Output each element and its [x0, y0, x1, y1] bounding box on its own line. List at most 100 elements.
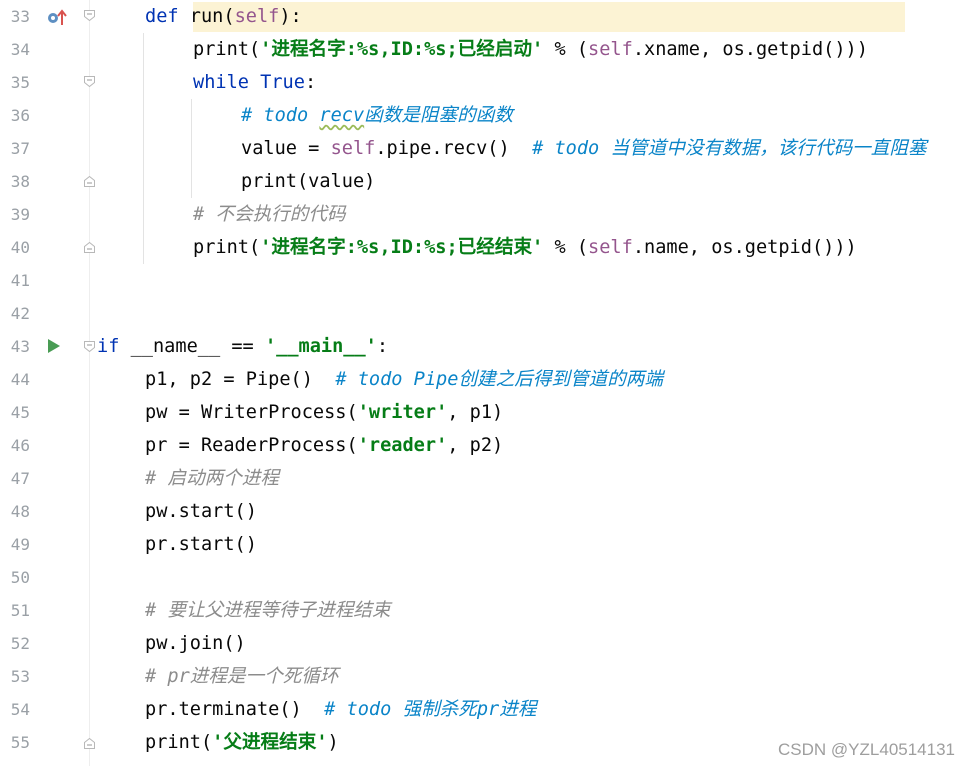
- code-text: print('父进程结束'): [145, 726, 339, 759]
- code-token: ):: [279, 6, 302, 27]
- line-number: 46: [10, 436, 30, 455]
- code-line[interactable]: 42: [0, 297, 967, 330]
- overrides-method-icon[interactable]: [46, 9, 68, 27]
- fold-end-icon[interactable]: [84, 176, 95, 187]
- fold-marker-icon[interactable]: [84, 10, 95, 21]
- fold-end-icon[interactable]: [84, 738, 95, 749]
- code-token: .pipe.recv(): [375, 138, 533, 159]
- line-number: 49: [10, 535, 30, 554]
- line-number: 52: [10, 634, 30, 653]
- code-line[interactable]: 51 # 要让父进程等待子进程结束: [0, 594, 967, 627]
- code-token: print(: [145, 732, 213, 753]
- code-token: % (: [543, 39, 589, 60]
- code-line[interactable]: 45 pw = WriterProcess('writer', p1): [0, 396, 967, 429]
- code-token: 函数是阻塞的函数: [364, 105, 513, 126]
- line-number: 35: [10, 73, 30, 92]
- line-number: 51: [10, 601, 30, 620]
- code-token: pw = WriterProcess(: [145, 402, 358, 423]
- code-line[interactable]: 40 print('进程名字:%s,ID:%s;已经结束' % (self.nam…: [0, 231, 967, 264]
- line-number: 41: [10, 271, 30, 290]
- line-number: 36: [10, 106, 30, 125]
- code-line[interactable]: 41: [0, 264, 967, 297]
- code-text: print(value): [241, 165, 375, 198]
- code-text: pw.start(): [145, 495, 257, 528]
- line-number: 47: [10, 469, 30, 488]
- code-line[interactable]: 43 if __name__ == '__main__':: [0, 330, 967, 363]
- code-line[interactable]: 36 # todo recv函数是阻塞的函数: [0, 99, 967, 132]
- line-number: 43: [10, 337, 30, 356]
- code-line[interactable]: 33 def run(self):: [0, 0, 967, 33]
- code-token: print(: [193, 237, 261, 258]
- code-text: p1, p2 = Pipe() # todo Pipe创建之后得到管道的两端: [145, 363, 663, 396]
- line-number: 37: [10, 139, 30, 158]
- line-number: 40: [10, 238, 30, 257]
- code-line[interactable]: 46 pr = ReaderProcess('reader', p2): [0, 429, 967, 462]
- run-icon[interactable]: [47, 338, 61, 354]
- code-line[interactable]: 35 while True:: [0, 66, 967, 99]
- line-number: 42: [10, 304, 30, 323]
- code-token: , p1): [447, 402, 504, 423]
- code-token: , p2): [447, 435, 504, 456]
- code-text: if __name__ == '__main__':: [97, 330, 388, 363]
- line-number: 34: [10, 40, 30, 59]
- code-token: p1, p2 = Pipe(): [145, 369, 336, 390]
- code-token: ): [327, 732, 339, 753]
- code-line[interactable]: 54 pr.terminate() # todo 强制杀死pr进程: [0, 693, 967, 726]
- code-text: pw = WriterProcess('writer', p1): [145, 396, 503, 429]
- code-token: # 启动两个进程: [145, 468, 279, 489]
- code-line[interactable]: 39 # 不会执行的代码: [0, 198, 967, 231]
- code-token: value =: [241, 138, 331, 159]
- code-token: 'reader': [357, 435, 448, 456]
- code-line[interactable]: 34 print('进程名字:%s,ID:%s;已经启动' % (self.xna…: [0, 33, 967, 66]
- code-token: run(: [189, 6, 235, 27]
- code-token: .xname, os.getpid())): [632, 39, 868, 60]
- code-line[interactable]: 48 pw.start(): [0, 495, 967, 528]
- code-token: '父进程结束': [212, 732, 328, 753]
- code-text: # 要让父进程等待子进程结束: [145, 594, 391, 627]
- code-token: True: [260, 72, 305, 93]
- line-number: 38: [10, 172, 30, 191]
- fold-marker-icon[interactable]: [84, 76, 95, 87]
- code-token: pw.join(): [145, 633, 246, 654]
- code-line[interactable]: 49 pr.start(): [0, 528, 967, 561]
- fold-end-icon[interactable]: [84, 242, 95, 253]
- code-text: pw.join(): [145, 627, 246, 660]
- code-token: # todo Pipe创建之后得到管道的两端: [335, 369, 663, 390]
- code-token: # todo 强制杀死pr进程: [324, 699, 537, 720]
- code-text: pr.start(): [145, 528, 257, 561]
- code-token: while: [193, 72, 261, 93]
- code-text: # pr进程是一个死循环: [145, 660, 339, 693]
- code-token: .name, os.getpid())): [632, 237, 857, 258]
- code-token: # pr进程是一个死循环: [145, 666, 339, 687]
- code-line[interactable]: 38 print(value): [0, 165, 967, 198]
- code-token: % (: [543, 237, 589, 258]
- line-number: 48: [10, 502, 30, 521]
- code-token: :: [304, 72, 317, 93]
- code-line[interactable]: 47 # 启动两个进程: [0, 462, 967, 495]
- line-number: 55: [10, 733, 30, 752]
- fold-marker-icon[interactable]: [84, 341, 95, 352]
- line-number: 45: [10, 403, 30, 422]
- code-token: 'writer': [357, 402, 448, 423]
- code-token: '__main__': [264, 336, 377, 357]
- code-line[interactable]: 50: [0, 561, 967, 594]
- code-line[interactable]: 52 pw.join(): [0, 627, 967, 660]
- code-token: __name__ ==: [130, 336, 265, 357]
- code-token: todo: [263, 105, 320, 126]
- watermark: CSDN @YZL40514131: [778, 740, 955, 759]
- code-token: # 要让父进程等待子进程结束: [145, 600, 391, 621]
- code-token: # todo 当管道中没有数据，该行代码一直阻塞: [532, 138, 927, 159]
- code-text: pr.terminate() # todo 强制杀死pr进程: [145, 693, 536, 726]
- line-number: 39: [10, 205, 30, 224]
- code-text: value = self.pipe.recv() # todo 当管道中没有数据…: [241, 132, 927, 165]
- line-number: 33: [10, 7, 30, 26]
- code-line[interactable]: 44 p1, p2 = Pipe() # todo Pipe创建之后得到管道的两端: [0, 363, 967, 396]
- code-token: print(value): [241, 171, 376, 192]
- code-line[interactable]: 37 value = self.pipe.recv() # todo 当管道中没有…: [0, 132, 967, 165]
- code-token: recv: [319, 105, 365, 126]
- code-token: '进程名字:%s,ID:%s;已经启动': [260, 39, 544, 60]
- code-line[interactable]: 53 # pr进程是一个死循环: [0, 660, 967, 693]
- code-token: # 不会执行的代码: [193, 204, 346, 225]
- code-editor[interactable]: 33 def run(self): 34 print('进程名字:%s,ID:%s;已…: [0, 0, 967, 766]
- code-token: def: [145, 6, 190, 27]
